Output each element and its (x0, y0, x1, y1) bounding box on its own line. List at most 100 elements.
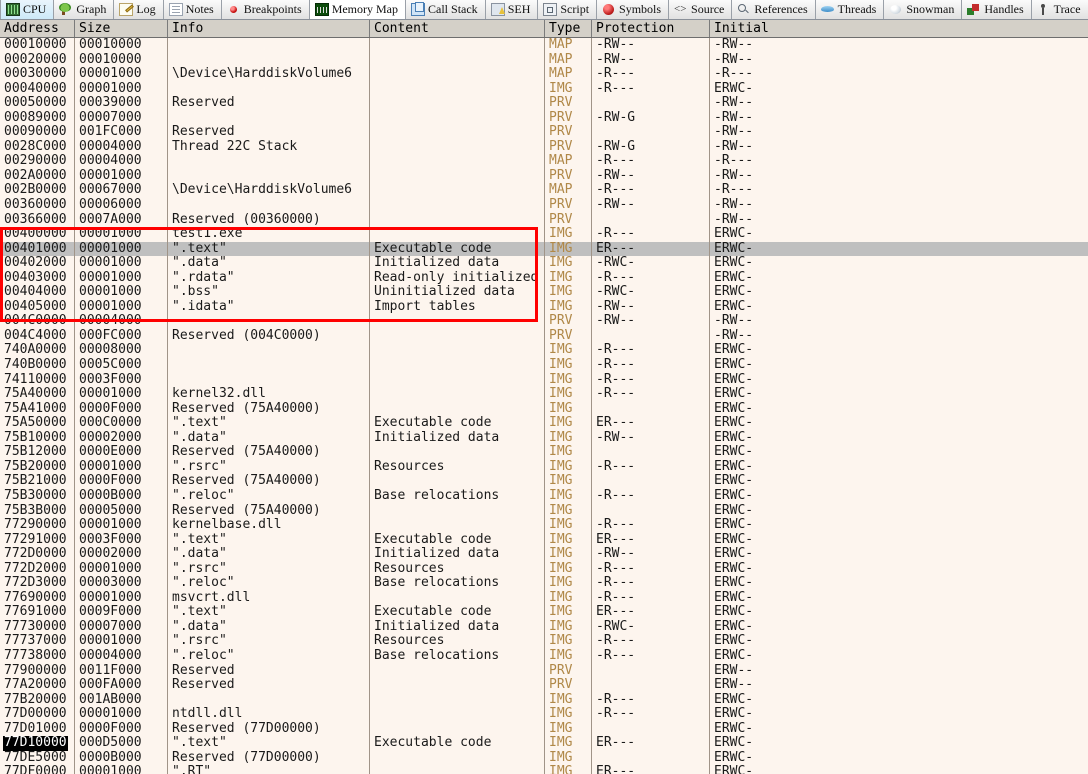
cell-info: Reserved (75A40000) (168, 445, 370, 460)
table-row[interactable]: 77D10000 000D5000 ".text" Executable code I… (0, 736, 1088, 751)
table-row[interactable]: 00360000 00006000 PRV -RW-- -RW-- (0, 198, 1088, 213)
table-row[interactable]: 77690000 00001000 msvcrt.dll IMG -R--- ERWC- (0, 590, 1088, 606)
tab-call-stack[interactable]: Call Stack (406, 0, 486, 19)
tab-threads[interactable]: Threads (815, 0, 885, 19)
tab-symbols[interactable]: Symbols (597, 0, 670, 19)
cell-initial: -R--- (714, 154, 754, 169)
table-row[interactable]: 00402000 00001000 ".data" Initialized data… (0, 256, 1088, 271)
tab-label: CPU (23, 2, 47, 16)
table-row[interactable]: 00010000 00010000 MAP -RW-- -RW-- (0, 38, 1088, 53)
table-row[interactable]: 77DF0000 00001000 ".RT" IMG ER--- ERWC- (0, 765, 1088, 774)
column-header-info[interactable]: Info (168, 20, 370, 37)
table-row[interactable]: 00403000 00001000 ".rdata" Read-only initi… (0, 270, 1088, 286)
tab-references[interactable]: References (732, 0, 816, 19)
table-row[interactable]: 75B3B000 00005000 Reserved (75A40000) IMG ER… (0, 503, 1088, 519)
table-row[interactable]: 75B10000 00002000 ".data" Initialized data… (0, 430, 1088, 446)
cell-content (370, 372, 545, 388)
table-row[interactable]: 75A40000 00001000 kernel32.dll IMG -R--- ERWC… (0, 387, 1088, 402)
table-row[interactable]: 004C0000 00004000 PRV -RW-- -RW-- (0, 314, 1088, 329)
cell-info: ".rsrc" (168, 561, 370, 577)
cell-info: Reserved (75A40000) (168, 474, 370, 489)
table-row[interactable]: 77738000 00004000 ".reloc" Base relocation… (0, 648, 1088, 664)
table-body[interactable]: 00010000 00010000 MAP -RW-- -RW-- 00020000 000… (0, 38, 1088, 774)
table-row[interactable]: 00401000 00001000 ".text" Executable code I… (0, 241, 1088, 257)
tab-breakpoints[interactable]: Breakpoints (221, 0, 310, 19)
table-row[interactable]: 00290000 00004000 MAP -R--- -R--- (0, 154, 1088, 169)
table-row[interactable]: 0028C000 00004000 Thread 22C Stack PRV -RW-G… (0, 139, 1088, 155)
tab-notes[interactable]: Notes (163, 0, 222, 19)
tab-handles[interactable]: Handles (962, 0, 1032, 19)
tab-script[interactable]: Script (538, 0, 598, 19)
cell-content (370, 139, 545, 155)
cell-size: 000D5000 (75, 736, 168, 751)
tab-log[interactable]: Log (114, 0, 164, 19)
table-row[interactable]: 77DE5000 0000B000 Reserved (77D00000) IMG ER… (0, 750, 1088, 766)
cell-info: Reserved (168, 663, 370, 679)
table-row[interactable]: 77900000 0011F000 Reserved PRV ERW-- (0, 663, 1088, 679)
table-row[interactable]: 74110000 0003F000 IMG -R--- ERWC- (0, 372, 1088, 388)
table-row[interactable]: 00404000 00001000 ".bss" Uninitialized dat… (0, 285, 1088, 300)
table-row[interactable]: 77291000 0003F000 ".text" Executable code I… (0, 532, 1088, 548)
table-row[interactable]: 75A41000 0000F000 Reserved (75A40000) IMG ER… (0, 401, 1088, 417)
table-row[interactable]: 00400000 00001000 test1.exe IMG -R--- ERWC- (0, 227, 1088, 242)
column-header-initial[interactable]: Initial (710, 20, 1088, 37)
cell-address: 00401000 (0, 241, 75, 257)
column-header-protection[interactable]: Protection (592, 20, 710, 37)
tab-snowman[interactable]: Snowman (884, 0, 963, 19)
column-header-address[interactable]: Address (0, 20, 75, 37)
table-row[interactable]: 00040000 00001000 IMG -R--- ERWC- (0, 81, 1088, 97)
table-row[interactable]: 00020000 00010000 MAP -RW-- -RW-- (0, 52, 1088, 68)
tab-trace[interactable]: Trace (1031, 0, 1088, 19)
table-row[interactable]: 77737000 00001000 ".rsrc" Resources IMG -R--… (0, 634, 1088, 649)
table-row[interactable]: 77730000 00007000 ".data" Initialized data… (0, 619, 1088, 635)
tab-seh[interactable]: SEH (485, 0, 539, 19)
tab-source[interactable]: <> Source (669, 0, 733, 19)
cell-initial: ERWC- (714, 416, 754, 431)
table-row[interactable]: 00405000 00001000 ".idata" Import tables IM… (0, 299, 1088, 315)
table-row[interactable]: 75B30000 0000B000 ".reloc" Base relocation… (0, 488, 1088, 504)
table-row[interactable]: 77D00000 00001000 ntdll.dll IMG -R--- ERWC- (0, 707, 1088, 722)
tab-graph[interactable]: Graph (54, 0, 115, 19)
cell-size: 0011F000 (75, 663, 168, 679)
table-row[interactable]: 00030000 00001000 \Device\HarddiskVolume6 M… (0, 67, 1088, 82)
table-row[interactable]: 00366000 0007A000 Reserved (00360000) PRV -R… (0, 212, 1088, 228)
table-row[interactable]: 77691000 0009F000 ".text" Executable code I… (0, 605, 1088, 620)
table-row[interactable]: 75B21000 0000F000 Reserved (75A40000) IMG ER… (0, 474, 1088, 489)
table-row[interactable]: 77D01000 0000F000 Reserved (77D00000) IMG ER… (0, 721, 1088, 737)
cell-initial: ERWC- (714, 387, 754, 402)
cell-address: 00290000 (0, 154, 75, 169)
table-row[interactable]: 77A20000 000FA000 Reserved PRV ERW-- (0, 678, 1088, 693)
table-row[interactable]: 75B20000 00001000 ".rsrc" Resources IMG -R--… (0, 459, 1088, 475)
cell-type: IMG (545, 474, 592, 489)
table-row[interactable]: 75A50000 000C0000 ".text" Executable code I… (0, 416, 1088, 431)
table-row[interactable]: 75B12000 0000E000 Reserved (75A40000) IMG ER… (0, 445, 1088, 460)
table-row[interactable]: 772D0000 00002000 ".data" Initialized data… (0, 547, 1088, 562)
cell-info: ".data" (168, 547, 370, 562)
tab-cpu[interactable]: CPU (0, 0, 55, 19)
table-row[interactable]: 004C4000 000FC000 Reserved (004C0000) PRV -R… (0, 328, 1088, 344)
cell-address: 75A41000 (0, 401, 75, 417)
main-tab-bar[interactable]: CPU Graph Log Notes Breakpoints Memory Map Cal… (0, 0, 1088, 20)
table-row[interactable]: 00050000 00039000 Reserved PRV -RW-- (0, 96, 1088, 111)
table-row[interactable]: 772D2000 00001000 ".rsrc" Resources IMG -R--… (0, 561, 1088, 577)
table-row[interactable]: 77290000 00001000 kernelbase.dll IMG -R--- ER… (0, 518, 1088, 533)
table-row[interactable]: 00089000 00007000 PRV -RW-G -RW-- (0, 110, 1088, 126)
table-row[interactable]: 77B20000 001AB000 IMG -R--- ERWC- (0, 692, 1088, 708)
table-row[interactable]: 00090000 001FC000 Reserved PRV -RW-- (0, 125, 1088, 140)
table-row[interactable]: 740B0000 0005C000 IMG -R--- ERWC- (0, 358, 1088, 373)
cell-initial: ERWC- (714, 561, 754, 576)
cell-type: MAP (545, 38, 592, 53)
tab-memory-map[interactable]: Memory Map (309, 0, 407, 19)
memory-map-grid[interactable]: Address Size Info Content Type Protection Init… (0, 20, 1088, 774)
table-row[interactable]: 002A0000 00001000 PRV -RW-- -RW-- (0, 168, 1088, 184)
column-header-type[interactable]: Type (545, 20, 592, 37)
table-row[interactable]: 740A0000 00008000 IMG -R--- ERWC- (0, 343, 1088, 359)
cell-type: IMG (545, 605, 592, 620)
column-header-content[interactable]: Content (370, 20, 545, 37)
table-row[interactable]: 002B0000 00067000 \Device\HarddiskVolume6 M… (0, 183, 1088, 199)
column-header-size[interactable]: Size (75, 20, 168, 37)
table-header-row[interactable]: Address Size Info Content Type Protection Init… (0, 20, 1088, 38)
cell-info (168, 81, 370, 97)
cell-size: 001FC000 (75, 125, 168, 140)
table-row[interactable]: 772D3000 00003000 ".reloc" Base relocation… (0, 576, 1088, 591)
